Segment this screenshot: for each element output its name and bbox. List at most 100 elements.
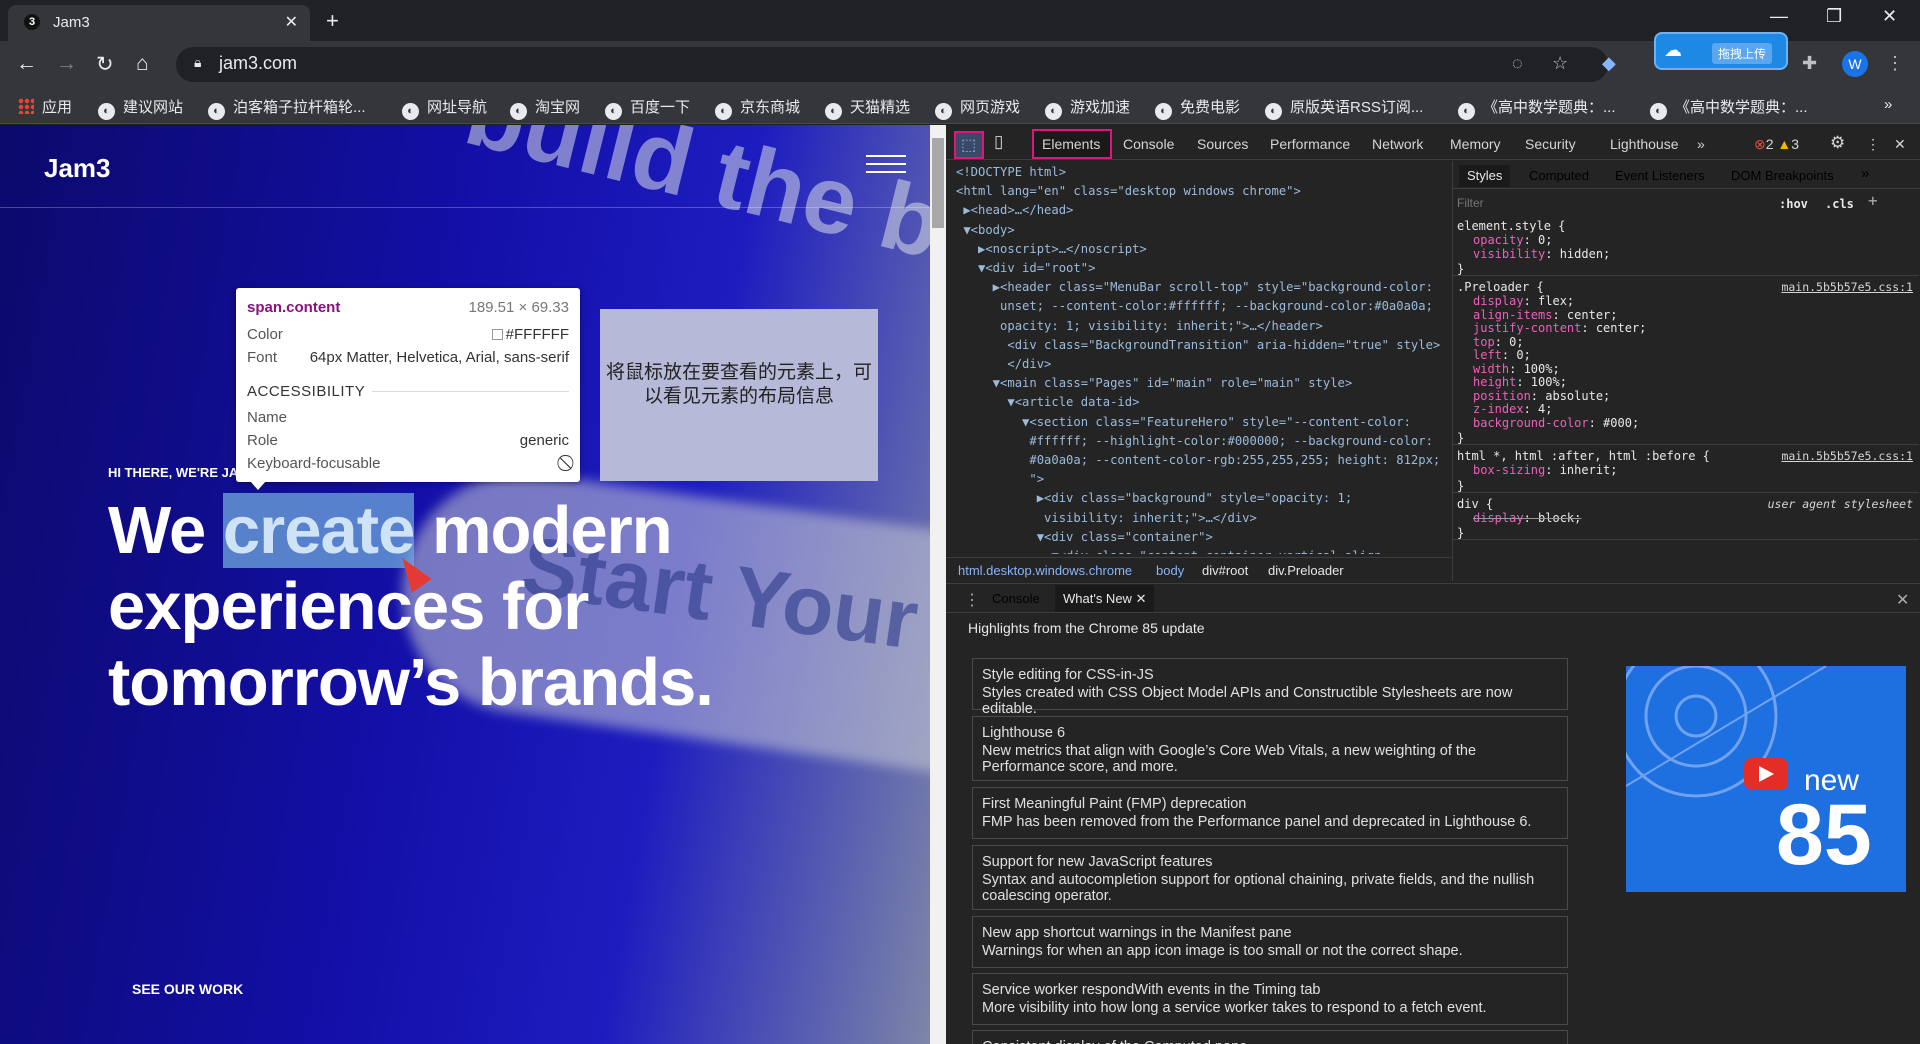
eye-off-icon[interactable]: ◌ <box>1512 53 1523 74</box>
see-our-work-link[interactable]: SEE OUR WORK <box>132 981 243 997</box>
rule-source-link[interactable]: main.5b5b57e5.css:1 <box>1781 448 1913 464</box>
breadcrumb-preloader[interactable]: div.Preloader <box>1268 563 1344 578</box>
drawer-menu-icon[interactable]: ⋮ <box>964 590 980 610</box>
whats-new-card[interactable]: Style editing for CSS-in-JS Styles create… <box>972 658 1568 717</box>
home-icon[interactable]: ⌂ <box>136 52 149 76</box>
close-window-button[interactable]: ✕ <box>1882 6 1897 27</box>
css-declaration[interactable]: left: 0; <box>1453 348 1919 363</box>
whats-new-card[interactable]: First Meaningful Paint (FMP) deprecation… <box>972 787 1568 839</box>
tab-computed[interactable]: Computed <box>1529 168 1589 184</box>
tab-dom-breakpoints[interactable]: DOM Breakpoints <box>1731 168 1834 184</box>
hamburger-menu-icon[interactable] <box>866 155 906 173</box>
dom-tree-line[interactable]: #0a0a0a; --content-color-rgb:255,255,255… <box>956 451 1440 470</box>
dom-tree-line[interactable]: "> <box>956 470 1044 489</box>
css-declaration[interactable]: visibility: hidden; <box>1453 247 1919 262</box>
dom-tree-line[interactable]: opacity: 1; visibility: inherit;">…</hea… <box>956 317 1323 336</box>
bookmark-apps[interactable]: 应用 <box>18 96 72 117</box>
extensions-puzzle-icon[interactable]: ✚ <box>1802 53 1817 74</box>
tab-memory[interactable]: Memory <box>1450 136 1501 152</box>
breadcrumb-body[interactable]: body <box>1156 563 1184 578</box>
dom-tree-line[interactable]: unset; --content-color:#ffffff; --backgr… <box>956 297 1433 316</box>
scrollbar-thumb[interactable] <box>932 138 944 228</box>
settings-gear-icon[interactable]: ⚙ <box>1830 133 1845 153</box>
close-tab-icon[interactable]: ✕ <box>1136 591 1147 606</box>
css-declaration[interactable]: height: 100%; <box>1453 375 1919 390</box>
hover-state-toggle[interactable]: :hov <box>1779 196 1808 212</box>
whats-new-card[interactable]: Consistent display of the Computed pane <box>972 1030 1568 1044</box>
css-declaration[interactable]: z-index: 4; <box>1453 402 1919 417</box>
bookmark-item[interactable]: ◐ 《高中数学题典：... <box>1458 96 1616 120</box>
profile-avatar[interactable]: W <box>1842 51 1868 77</box>
upload-extension-button[interactable]: ☁ 拖拽上传 <box>1656 34 1786 68</box>
tab-performance[interactable]: Performance <box>1270 136 1350 152</box>
css-declaration[interactable]: opacity: 0; <box>1453 233 1919 248</box>
dom-tree-line[interactable]: </div> <box>956 355 1051 374</box>
bookmark-item[interactable]: ◐ 京东商城 <box>715 96 800 120</box>
dom-tree[interactable]: <!DOCTYPE html> <html lang="en" class="de… <box>946 161 1451 554</box>
css-declaration[interactable]: display: block; <box>1453 511 1919 526</box>
drawer-tab-whats-new[interactable]: What's New ✕ <box>1055 585 1155 612</box>
bookmark-item[interactable]: ◐ 淘宝网 <box>510 96 580 120</box>
bookmark-item[interactable]: ◐ 网址导航 <box>402 96 487 120</box>
bookmark-item[interactable]: ◐ 免费电影 <box>1155 96 1240 120</box>
dom-tree-line[interactable]: ▼<div class="content-container vertical-… <box>956 547 1389 554</box>
bookmark-item[interactable]: ◐ 游戏加速 <box>1045 96 1130 120</box>
css-declaration[interactable]: display: flex; <box>1453 294 1919 309</box>
close-devtools-icon[interactable]: ✕ <box>1894 136 1906 153</box>
dom-tree-line[interactable]: ▼<section class="FeatureHero" style="--c… <box>956 413 1411 432</box>
drawer-tab-console[interactable]: Console <box>992 591 1040 606</box>
chrome-85-video-thumbnail[interactable]: new 85 <box>1626 666 1906 892</box>
whats-new-card[interactable]: Service worker respondWith events in the… <box>972 973 1568 1025</box>
dom-tree-line[interactable]: ▼<div id="root"> <box>956 259 1095 278</box>
forward-arrow-icon[interactable]: → <box>56 52 77 76</box>
bookmarks-overflow-button[interactable]: » <box>1884 96 1892 113</box>
dom-tree-line[interactable]: ▶<noscript>…</noscript> <box>956 240 1147 259</box>
style-rule[interactable]: html *, html :after, html :before {main.… <box>1453 448 1919 493</box>
breadcrumb-html[interactable]: html.desktop.windows.chrome <box>958 563 1132 578</box>
bookmark-item[interactable]: ◐ 《高中数学题典：... <box>1650 96 1808 120</box>
new-tab-button[interactable]: + <box>326 8 339 34</box>
dom-tree-line[interactable]: ▶<div class="background" style="opacity:… <box>956 489 1353 508</box>
dom-tree-line[interactable]: ▼<article data-id> <box>956 393 1139 412</box>
css-declaration[interactable]: justify-content: center; <box>1453 321 1919 336</box>
css-declaration[interactable]: position: absolute; <box>1453 389 1919 404</box>
address-bar[interactable] <box>176 47 1608 82</box>
rule-source-link[interactable]: main.5b5b57e5.css:1 <box>1781 279 1913 295</box>
whats-new-card[interactable]: Lighthouse 6 New metrics that align with … <box>972 716 1568 781</box>
dom-tree-line[interactable]: <html lang="en" class="desktop windows c… <box>956 182 1301 201</box>
maximize-button[interactable]: ❐ <box>1826 6 1842 27</box>
css-declaration[interactable]: background-color: #000; <box>1453 416 1919 431</box>
tab-jam3[interactable]: 3 Jam3 ✕ <box>8 5 310 41</box>
tab-lighthouse[interactable]: Lighthouse <box>1610 136 1679 152</box>
tab-security[interactable]: Security <box>1525 136 1576 152</box>
bookmark-item[interactable]: ◐ 网页游戏 <box>935 96 1020 120</box>
bookmark-item[interactable]: ◐ 泊客箱子拉杆箱轮... <box>208 96 366 120</box>
dom-tree-line[interactable]: <div class="BackgroundTransition" aria-h… <box>956 336 1440 355</box>
lock-icon[interactable]: 🔒︎ <box>194 54 201 71</box>
back-arrow-icon[interactable]: ← <box>16 52 37 76</box>
minimize-button[interactable]: — <box>1770 6 1788 27</box>
tab-console[interactable]: Console <box>1123 136 1174 152</box>
css-declaration[interactable]: box-sizing: inherit; <box>1453 463 1919 478</box>
jam3-logo[interactable]: Jam3 <box>44 153 111 184</box>
css-declaration[interactable]: top: 0; <box>1453 335 1919 350</box>
tab-styles[interactable]: Styles <box>1459 165 1511 187</box>
style-rule[interactable]: .Preloader {main.5b5b57e5.css:1 display: … <box>1453 279 1919 445</box>
bookmark-item[interactable]: ◐ 百度一下 <box>605 96 690 120</box>
dom-tree-line[interactable]: ▼<body> <box>956 221 1014 240</box>
reload-icon[interactable]: ↻ <box>96 52 114 77</box>
bookmark-item[interactable]: ◐ 天猫精选 <box>825 96 910 120</box>
close-drawer-icon[interactable]: ✕ <box>1896 590 1909 610</box>
tab-close-icon[interactable]: ✕ <box>285 12 298 32</box>
styles-filter-input[interactable] <box>1457 193 1757 213</box>
style-rule[interactable]: div {user agent stylesheet display: block… <box>1453 496 1919 540</box>
bookmark-item[interactable]: ◐ 原版英语RSS订阅... <box>1265 96 1423 120</box>
extension-shield-icon[interactable]: ◆ <box>1602 53 1616 74</box>
whats-new-card[interactable]: Support for new JavaScript features Synta… <box>972 845 1568 910</box>
menu-kebab-icon[interactable]: ⋮ <box>1886 53 1904 74</box>
dom-tree-line[interactable]: #ffffff; --highlight-color:#000000; --ba… <box>956 432 1433 451</box>
dom-tree-line[interactable]: ▼<main class="Pages" id="main" role="mai… <box>956 374 1353 393</box>
bookmark-star-icon[interactable]: ☆ <box>1552 53 1568 74</box>
more-panes-button[interactable]: » <box>1861 166 1869 182</box>
new-rule-plus-icon[interactable]: + <box>1868 193 1878 209</box>
